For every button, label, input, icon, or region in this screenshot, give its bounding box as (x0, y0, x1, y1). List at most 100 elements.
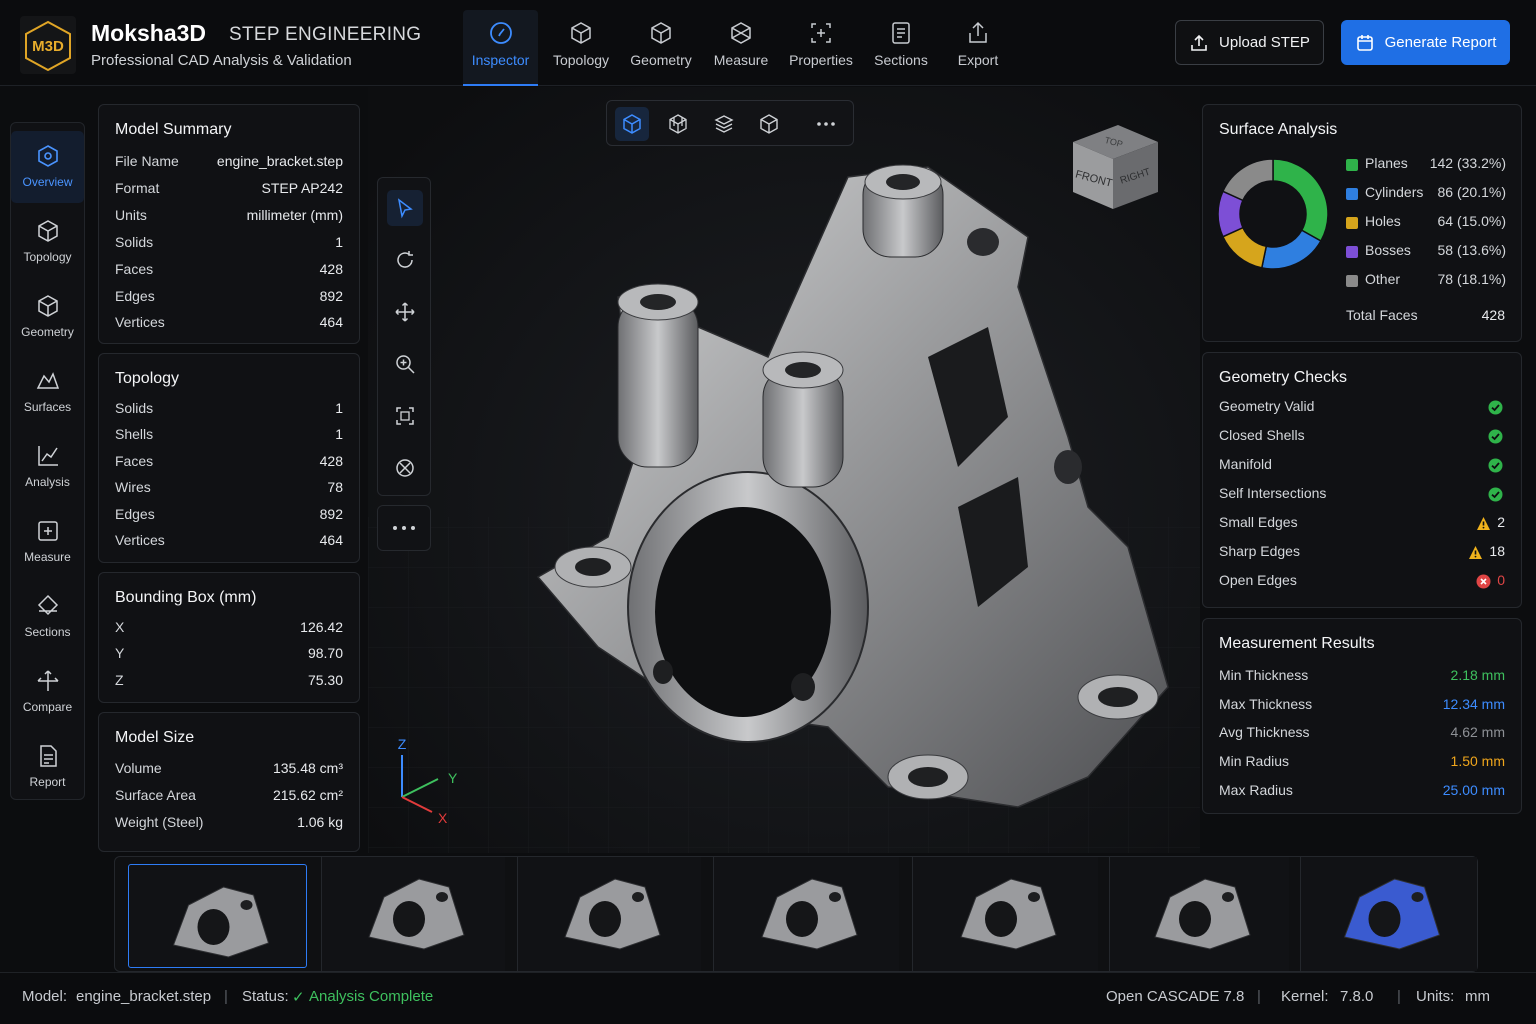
warning-icon (1477, 517, 1490, 530)
solid-view-button[interactable] (615, 107, 649, 141)
tab-measure[interactable]: Measure (706, 10, 776, 86)
nav-item-analysis[interactable]: Analysis (11, 431, 84, 503)
legend-value: 142 (33.2%) (1429, 155, 1506, 171)
reset-view-tool[interactable] (387, 450, 423, 486)
row-value: millimeter (mm) (246, 207, 343, 223)
size-row: Volume 135.48 cm³ (115, 760, 343, 780)
topology-icon (37, 220, 58, 242)
legend-value: 78 (18.1%) (1437, 271, 1506, 287)
fit-view-tool[interactable] (387, 398, 423, 434)
app-tagline: Professional CAD Analysis & Validation (91, 52, 352, 69)
top-bar: M3D Moksha3D STEP ENGINEERING Profession… (0, 0, 1536, 86)
iso-view-button[interactable] (752, 107, 786, 141)
row-label: Units (115, 207, 147, 223)
more-tools-button[interactable] (377, 505, 431, 551)
thumbnail-view-front[interactable] (321, 857, 505, 971)
zoom-tool[interactable] (387, 346, 423, 382)
layers-view-button[interactable] (707, 107, 741, 141)
tab-inspector[interactable]: Inspector (463, 10, 538, 86)
generate-report-label: Generate Report (1384, 34, 1497, 51)
nav-label: Measure (24, 550, 71, 564)
thumbnail-view-iso-1[interactable] (128, 864, 307, 968)
select-tool[interactable] (387, 190, 423, 226)
check-count: 2 (1497, 514, 1505, 530)
wireframe-view-button[interactable] (661, 107, 695, 141)
thumbnail-view-top[interactable] (517, 857, 701, 971)
row-label: Volume (115, 760, 162, 776)
tab-label: Geometry (630, 52, 692, 68)
nav-item-compare[interactable]: Compare (11, 656, 84, 728)
thumbnail-view-iso-2[interactable] (713, 857, 899, 971)
overview-icon (37, 145, 58, 167)
row-label: Wires (115, 479, 151, 495)
check-label: Open Edges (1219, 572, 1297, 588)
generate-report-button[interactable]: Generate Report (1341, 20, 1510, 65)
row-value: 1.06 kg (297, 814, 343, 830)
nav-item-sections[interactable]: Sections (11, 581, 84, 653)
donut-slice-cylinders (1260, 229, 1322, 270)
measurement-row: Max Radius 25.00 mm (1219, 782, 1505, 802)
status-divider: | (1397, 988, 1401, 1005)
pan-tool[interactable] (387, 294, 423, 330)
more-icon (817, 122, 835, 126)
more-options-button[interactable] (809, 107, 843, 141)
thumbnail-view-side[interactable] (1109, 857, 1289, 971)
panel-title: Bounding Box (mm) (115, 589, 257, 606)
tab-label: Properties (789, 52, 853, 68)
tab-topology[interactable]: Topology (546, 10, 616, 86)
check-label: Sharp Edges (1219, 543, 1300, 559)
status-model-value: engine_bracket.step (76, 988, 212, 1005)
app-subtitle: STEP ENGINEERING (229, 24, 422, 45)
tab-export[interactable]: Export (946, 10, 1010, 86)
nav-label: Overview (22, 175, 73, 189)
legend-value: 58 (13.6%) (1437, 242, 1506, 258)
total-faces-label: Total Faces (1346, 307, 1418, 323)
donut-slice-other (1221, 158, 1274, 202)
view-cube[interactable]: TOP FRONT RIGHT (1073, 125, 1158, 209)
nav-label: Topology (23, 250, 72, 264)
legend-item-planes: Planes 142 (33.2%) (1346, 155, 1506, 175)
row-value: 464 (319, 314, 343, 330)
thumbnail-image (368, 878, 465, 950)
row-label: Faces (115, 453, 154, 469)
thumbnail-view-section[interactable] (1300, 857, 1477, 971)
nav-item-report[interactable]: Report (11, 731, 84, 803)
measurement-row: Min Radius 1.50 mm (1219, 753, 1505, 773)
legend-label: Other (1365, 271, 1401, 287)
legend-item-other: Other 78 (18.1%) (1346, 271, 1506, 291)
row-value: 428 (319, 261, 343, 277)
upload-step-button[interactable]: Upload STEP (1175, 20, 1324, 65)
row-value: 1 (335, 234, 343, 250)
check-ok-icon (1488, 487, 1503, 502)
tab-sections[interactable]: Sections (866, 10, 936, 86)
legend-item-bosses: Bosses 58 (13.6%) (1346, 242, 1506, 262)
nav-item-geometry[interactable]: Geometry (11, 281, 84, 353)
rotate-icon (397, 251, 413, 268)
rotate-tool[interactable] (387, 242, 423, 278)
nav-label: Surfaces (23, 400, 72, 414)
summary-row: Format STEP AP242 (115, 180, 343, 200)
row-value: 892 (319, 506, 343, 522)
sections-icon (37, 594, 58, 616)
nav-item-topology[interactable]: Topology (11, 206, 84, 278)
row-label: Min Radius (1219, 753, 1290, 769)
surfaces-icon (36, 372, 59, 389)
thumbnail-view-iso-3[interactable] (912, 857, 1098, 971)
nav-item-measure[interactable]: Measure (11, 506, 84, 578)
thumbnail-image (761, 878, 858, 950)
app-logo: M3D (20, 16, 76, 74)
nav-label: Geometry (21, 325, 74, 339)
thumbnail-image (960, 878, 1057, 950)
check-ok-icon (1488, 458, 1503, 473)
nav-item-surfaces[interactable]: Surfaces (11, 356, 84, 428)
tab-geometry[interactable]: Geometry (626, 10, 696, 86)
axis-y-label: Y (448, 770, 458, 786)
row-label: X (115, 619, 125, 635)
summary-row: Vertices 464 (115, 314, 343, 334)
model-size-panel: Model Size Volume 135.48 cm³ Surface Area… (98, 712, 360, 852)
tab-properties[interactable]: Properties (785, 10, 857, 86)
topology-row: Vertices 464 (115, 532, 343, 552)
nav-item-overview[interactable]: Overview (11, 131, 84, 203)
row-label: Max Radius (1219, 782, 1293, 798)
3d-viewport[interactable]: TOP FRONT RIGHT Z Y X (368, 87, 1200, 853)
